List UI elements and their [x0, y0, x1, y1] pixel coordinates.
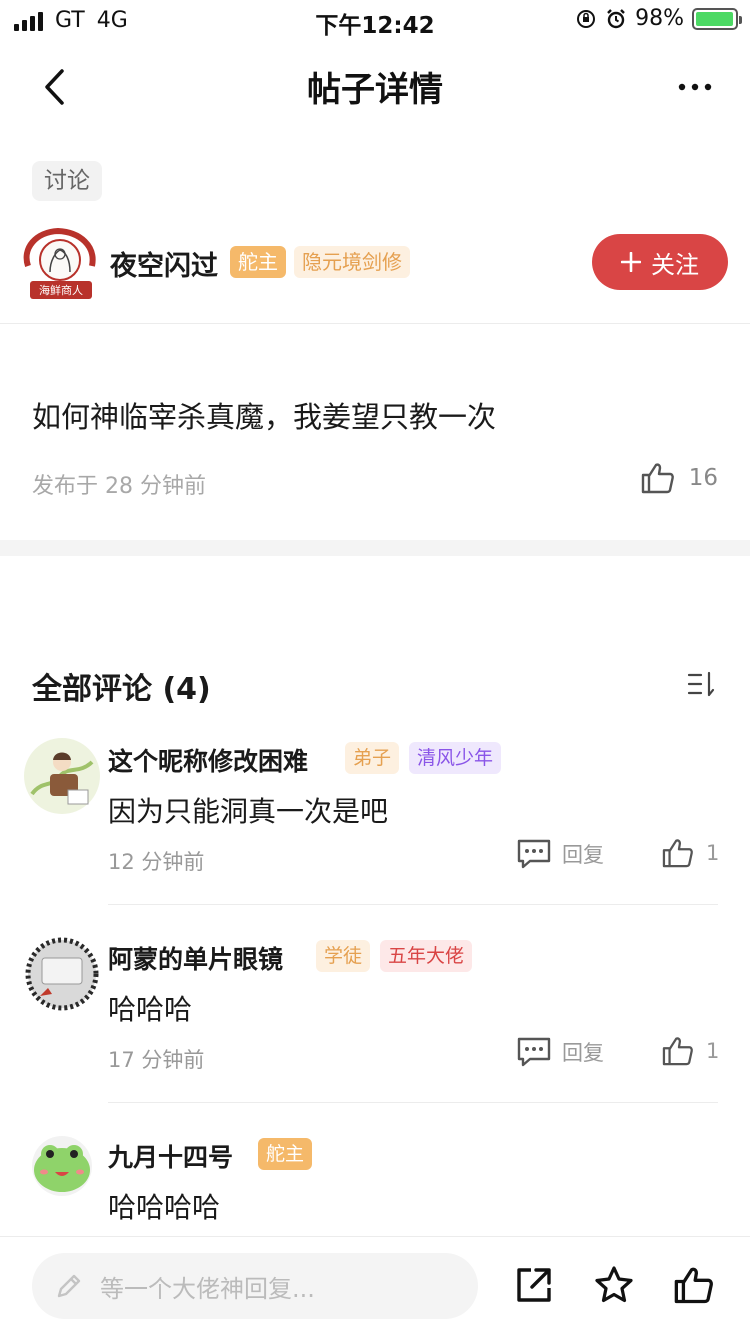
commenter-role-badge: 学徒 [316, 940, 371, 972]
level-badge: 隐元境剑修 [294, 246, 410, 278]
commenter-name[interactable]: 阿蒙的单片眼镜 [108, 940, 283, 976]
divider [0, 323, 750, 324]
comments-title: 全部评论 (4) [32, 672, 211, 707]
sort-button[interactable] [686, 668, 718, 700]
avatar-caption: 海鲜商人 [39, 283, 83, 297]
star-icon [595, 1266, 633, 1303]
post-body: 如何神临宰杀真魔，我姜望只教一次 [32, 400, 497, 434]
author-row: 海鲜商人 夜空闪过 舵主 隐元境剑修 关注 [18, 226, 728, 302]
more-icon [678, 83, 712, 91]
thumb-up-icon [662, 839, 693, 868]
reply-label: 回复 [562, 1041, 604, 1065]
post-like-button[interactable]: 16 [641, 462, 718, 494]
comment-input[interactable]: 等一个大佬神回复... [32, 1253, 478, 1319]
comment-like-button[interactable]: 1 [662, 838, 719, 868]
thumb-up-icon [674, 1267, 713, 1304]
commenter-role-badge: 舵主 [258, 1138, 313, 1170]
pencil-icon [57, 1274, 81, 1298]
thumb-up-icon [641, 463, 674, 494]
comment-text: 哈哈哈哈 [108, 1191, 221, 1224]
battery-icon [692, 7, 742, 30]
section-divider [0, 540, 750, 556]
commenter-avatar[interactable] [22, 1132, 102, 1212]
sort-icon [687, 671, 715, 697]
comment-text: 哈哈哈 [108, 993, 193, 1026]
commenter-name[interactable]: 这个昵称修改困难 [108, 742, 308, 778]
comment-text: 因为只能洞真一次是吧 [108, 795, 389, 828]
commenter-role-badge: 弟子 [345, 742, 400, 774]
comment-like-button[interactable]: 1 [662, 1036, 719, 1066]
plus-icon [621, 252, 641, 272]
share-button[interactable] [514, 1265, 554, 1305]
commenter-avatar[interactable] [22, 934, 102, 1014]
reply-button[interactable]: 回复 [516, 838, 604, 870]
rotation-lock-icon [577, 9, 596, 28]
alarm-icon [607, 8, 625, 28]
share-icon [517, 1268, 551, 1302]
role-badge: 舵主 [230, 246, 286, 278]
more-button[interactable] [670, 62, 720, 112]
favorite-button[interactable] [594, 1265, 634, 1305]
comment-divider [108, 904, 718, 905]
category-tag[interactable]: 讨论 [32, 161, 102, 201]
commenter-avatar[interactable] [22, 736, 102, 816]
post-published-time: 发布于 28 分钟前 [32, 474, 206, 499]
comment-input-placeholder: 等一个大佬神回复... [100, 1274, 315, 1303]
comment-time: 12 分钟前 [108, 850, 205, 874]
commenter-title-badge: 五年大佬 [380, 940, 473, 972]
commenter-name[interactable]: 九月十四号 [108, 1138, 233, 1174]
follow-button[interactable]: 关注 [592, 234, 728, 290]
author-name[interactable]: 夜空闪过 [110, 244, 218, 283]
reply-icon [517, 1037, 551, 1067]
thumb-up-icon [662, 1037, 693, 1066]
bottom-bar: 等一个大佬神回复... [0, 1236, 750, 1334]
author-avatar[interactable]: 海鲜商人 [18, 226, 102, 302]
commenter-title-badge: 清风少年 [409, 742, 502, 774]
comment-like-count: 1 [706, 1039, 720, 1063]
page-title: 帖子详情 [307, 70, 443, 110]
reply-button[interactable]: 回复 [516, 1036, 604, 1068]
post-like-count: 16 [688, 465, 718, 491]
status-bar: GT 4G 下午12:42 98% [0, 0, 750, 40]
comment-like-count: 1 [706, 841, 720, 865]
comment-time: 17 分钟前 [108, 1048, 205, 1072]
like-button[interactable] [674, 1265, 714, 1305]
follow-label: 关注 [651, 250, 699, 279]
comment-divider [108, 1102, 718, 1103]
reply-label: 回复 [562, 843, 604, 867]
nav-bar: 帖子详情 [0, 46, 750, 126]
reply-icon [517, 839, 551, 869]
battery-percent: 98% [635, 6, 684, 31]
